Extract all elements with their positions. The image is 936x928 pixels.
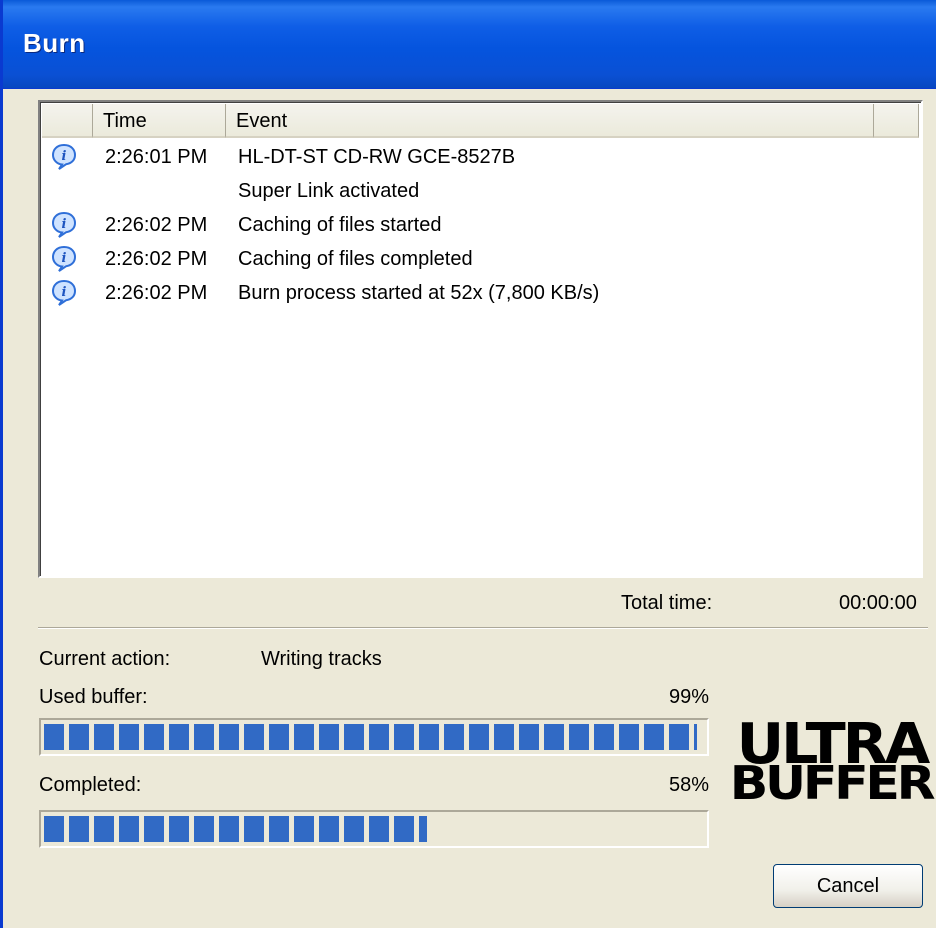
- completed-percent: 58%: [669, 774, 710, 796]
- log-row[interactable]: i 2:26:02 PM Burn process started at 52x…: [40, 276, 900, 310]
- log-time: 2:26:02 PM: [105, 248, 208, 270]
- log-event: HL-DT-ST CD-RW GCE-8527B: [238, 146, 516, 168]
- log-time: 2:26:01 PM: [105, 146, 208, 168]
- svg-text:i: i: [62, 217, 67, 232]
- used-buffer-label: Used buffer:: [39, 686, 148, 708]
- used-buffer-progress-bar: [39, 718, 709, 756]
- log-event: Burn process started at 52x (7,800 KB/s): [238, 282, 600, 304]
- title-bar[interactable]: Burn: [3, 0, 936, 89]
- log-row[interactable]: i 2:26:01 PM HL-DT-ST CD-RW GCE-8527B: [40, 140, 900, 174]
- info-icon: i: [51, 143, 77, 170]
- used-buffer-progress-fill: [44, 724, 697, 750]
- log-event: Super Link activated: [238, 180, 420, 202]
- info-icon: i: [51, 279, 77, 306]
- total-time-label: Total time:: [621, 592, 713, 614]
- svg-text:i: i: [62, 149, 67, 164]
- svg-text:i: i: [62, 285, 67, 300]
- completed-progress-bar: [39, 810, 709, 848]
- cancel-button[interactable]: Cancel: [773, 864, 923, 908]
- column-header-event[interactable]: Event: [226, 104, 874, 138]
- log-event: Caching of files completed: [238, 248, 473, 270]
- completed-label: Completed:: [39, 774, 142, 796]
- log-header: Time Event: [42, 104, 919, 138]
- logo-line-2: BUFFER: [729, 756, 936, 810]
- log-time: 2:26:02 PM: [105, 214, 208, 236]
- total-time-value: 00:00:00: [839, 592, 917, 614]
- event-log-list[interactable]: Time Event i 2:26:01 PM HL-DT-ST CD-RW G…: [38, 100, 923, 578]
- used-buffer-percent: 99%: [669, 686, 710, 708]
- window-title: Burn: [23, 28, 86, 58]
- divider: [38, 627, 928, 629]
- column-header-filler: [874, 104, 919, 138]
- log-row[interactable]: Super Link activated: [40, 174, 900, 208]
- column-header-time[interactable]: Time: [93, 104, 226, 138]
- current-action-value: Writing tracks: [261, 648, 382, 670]
- ultrabuffer-logo: ULTRA BUFFER: [723, 712, 936, 810]
- log-row[interactable]: i 2:26:02 PM Caching of files started: [40, 208, 900, 242]
- log-event: Caching of files started: [238, 214, 442, 236]
- info-icon: i: [51, 245, 77, 272]
- column-header-icon[interactable]: [42, 104, 93, 138]
- svg-text:i: i: [62, 251, 67, 266]
- info-icon: i: [51, 211, 77, 238]
- completed-progress-fill: [44, 816, 427, 842]
- burn-dialog: Burn Time Event i 2:26:01 PM HL-DT-ST CD…: [0, 0, 936, 928]
- current-action-label: Current action:: [39, 648, 171, 670]
- log-time: 2:26:02 PM: [105, 282, 208, 304]
- log-row[interactable]: i 2:26:02 PM Caching of files completed: [40, 242, 900, 276]
